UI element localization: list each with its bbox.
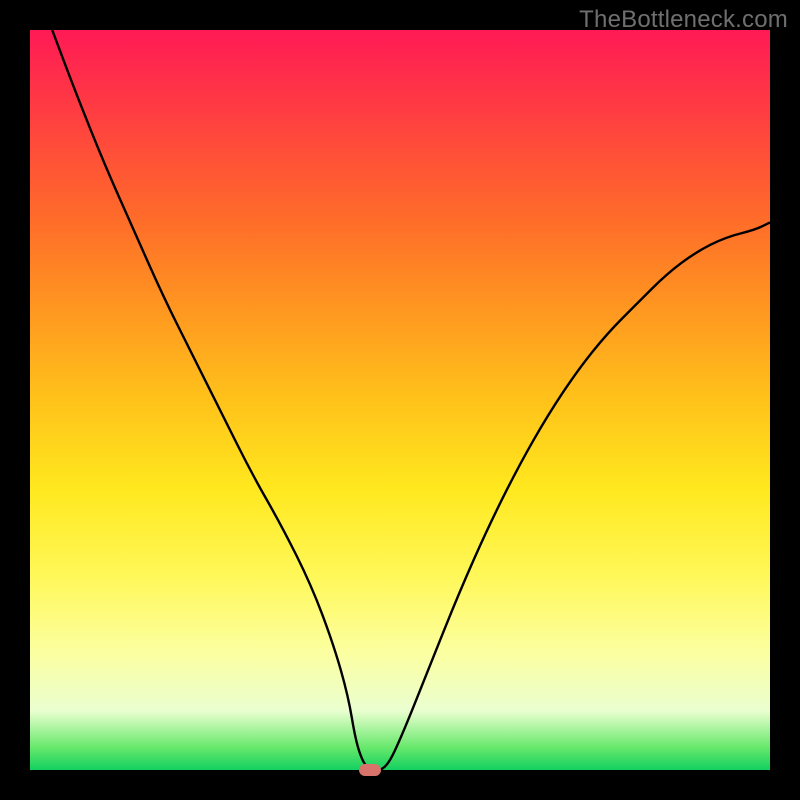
chart-frame: TheBottleneck.com	[0, 0, 800, 800]
optimal-point-marker	[359, 764, 381, 776]
plot-area	[30, 30, 770, 770]
bottleneck-curve	[30, 30, 770, 770]
